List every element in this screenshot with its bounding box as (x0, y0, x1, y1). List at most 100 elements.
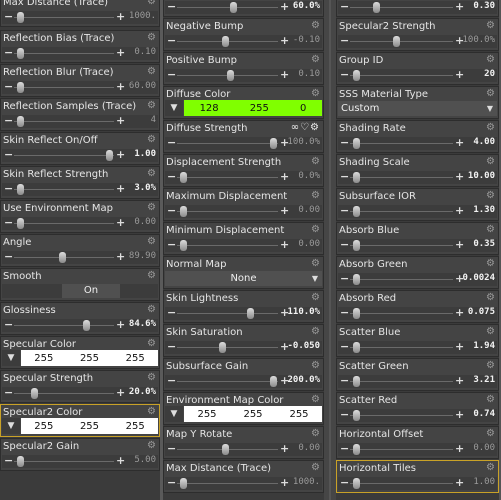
slider-knob[interactable] (246, 308, 254, 319)
slider-value[interactable]: 3.0% (134, 183, 156, 193)
value-slider[interactable]: − + -0.050 (165, 340, 322, 354)
slider-knob[interactable] (17, 48, 24, 59)
decrement-icon[interactable]: − (4, 250, 13, 263)
decrement-icon[interactable]: − (4, 216, 13, 229)
link-heart-gear-icons[interactable]: ∞♡⚙ (291, 122, 320, 133)
decrement-icon[interactable]: − (340, 476, 349, 489)
slider-knob[interactable] (353, 376, 361, 387)
chevron-down-icon[interactable]: ▼ (487, 101, 493, 116)
decrement-icon[interactable]: − (4, 454, 13, 467)
color-picker[interactable]: ▼ 255 255 255 (2, 350, 158, 366)
increment-icon[interactable]: + (455, 136, 464, 149)
slider-value[interactable]: 5.00 (134, 455, 156, 465)
slider-knob[interactable] (353, 478, 361, 489)
value-slider[interactable]: − + -0.10 (165, 34, 322, 48)
increment-icon[interactable]: + (455, 306, 464, 319)
slider-value[interactable]: 10.00 (468, 171, 495, 181)
decrement-icon[interactable]: − (4, 318, 13, 331)
gear-icon[interactable]: ⚙ (311, 54, 320, 65)
decrement-icon[interactable]: − (167, 374, 176, 387)
decrement-icon[interactable]: − (167, 68, 176, 81)
increment-icon[interactable]: + (455, 0, 464, 13)
gear-icon[interactable]: ⚙ (147, 66, 156, 77)
increment-icon[interactable]: + (455, 442, 464, 455)
slider-knob[interactable] (59, 252, 66, 263)
value-slider[interactable]: − +0.00 (165, 204, 322, 218)
gear-icon[interactable]: ⚙ (486, 122, 495, 133)
value-slider[interactable]: − +60.0% (165, 0, 322, 14)
gear-icon[interactable]: ⚙ (486, 360, 495, 371)
increment-icon[interactable]: + (116, 80, 125, 93)
dropdown-arrow-icon[interactable]: ▼ (165, 100, 183, 116)
gear-icon[interactable]: ⚙ (311, 88, 320, 99)
slider-value[interactable]: 60.0% (293, 1, 320, 11)
gear-icon[interactable]: ⚙ (311, 428, 320, 439)
slider-knob[interactable] (17, 218, 24, 229)
value-slider[interactable]: − +1000. (165, 476, 322, 490)
slider-knob[interactable] (222, 36, 230, 47)
gear-icon[interactable]: ⚙ (486, 258, 495, 269)
color-swatch[interactable]: 255 255 255 (184, 406, 322, 422)
slider-value[interactable]: 0.35 (473, 239, 495, 249)
slider-knob[interactable] (106, 150, 113, 161)
slider-value[interactable]: 0.00 (298, 443, 320, 453)
increment-icon[interactable]: + (280, 204, 289, 217)
gear-icon[interactable]: ⚙ (147, 270, 156, 281)
value-slider[interactable]: − +0.0024 (338, 272, 497, 286)
slider-knob[interactable] (353, 172, 361, 183)
increment-icon[interactable]: + (280, 68, 289, 81)
slider-knob[interactable] (353, 342, 361, 353)
gear-icon[interactable]: ⚙ (486, 394, 495, 405)
gear-icon[interactable]: ⚙ (147, 32, 156, 43)
decrement-icon[interactable]: − (4, 10, 13, 23)
decrement-icon[interactable]: − (167, 340, 176, 353)
value-slider[interactable]: − +20.0% (2, 386, 158, 400)
chevron-down-icon[interactable]: ▼ (312, 271, 318, 286)
gear-icon[interactable]: ⚙ (147, 338, 156, 349)
increment-icon[interactable]: + (116, 250, 125, 263)
color-swatch[interactable]: 255 255 255 (21, 418, 158, 434)
slider-value[interactable]: 0.10 (134, 47, 156, 57)
value-slider[interactable]: − +1.00 (2, 148, 158, 162)
decrement-icon[interactable]: − (340, 204, 349, 217)
value-slider[interactable]: − +0.00 (165, 442, 322, 456)
slider-knob[interactable] (222, 444, 230, 455)
slider-value[interactable]: 100.0% (287, 137, 320, 147)
value-slider[interactable]: − +100.0% (338, 34, 497, 48)
value-slider[interactable]: − +5.00 (2, 454, 158, 468)
value-slider[interactable]: − +0.00 (338, 442, 497, 456)
slider-value[interactable]: 0.74 (473, 409, 495, 419)
increment-icon[interactable]: + (116, 386, 125, 399)
slider-knob[interactable] (180, 172, 188, 183)
increment-icon[interactable]: + (116, 454, 125, 467)
gear-icon[interactable]: ⚙ (486, 462, 495, 473)
value-slider[interactable]: − +0.35 (338, 238, 497, 252)
decrement-icon[interactable]: − (340, 34, 349, 47)
slider-value[interactable]: 1.00 (473, 477, 495, 487)
gear-icon[interactable]: ⚙ (147, 100, 156, 111)
gear-icon[interactable]: ⚙ (486, 428, 495, 439)
decrement-icon[interactable]: − (4, 46, 13, 59)
increment-icon[interactable]: + (116, 182, 125, 195)
increment-icon[interactable]: + (455, 408, 464, 421)
decrement-icon[interactable]: − (340, 408, 349, 421)
gear-icon[interactable]: ⚙ (311, 20, 320, 31)
decrement-icon[interactable]: − (340, 374, 349, 387)
increment-icon[interactable]: + (455, 374, 464, 387)
slider-knob[interactable] (83, 320, 90, 331)
decrement-icon[interactable]: − (4, 114, 13, 127)
slider-knob[interactable] (229, 2, 237, 13)
decrement-icon[interactable]: − (4, 148, 13, 161)
value-slider[interactable]: − +1.94 (338, 340, 497, 354)
slider-knob[interactable] (353, 410, 361, 421)
decrement-icon[interactable]: − (167, 476, 176, 489)
slider-knob[interactable] (353, 138, 361, 149)
dropdown-arrow-icon[interactable]: ▼ (165, 406, 183, 422)
value-slider[interactable]: − +3.21 (338, 374, 497, 388)
increment-icon[interactable]: + (280, 238, 289, 251)
increment-icon[interactable]: + (455, 476, 464, 489)
increment-icon[interactable]: + (455, 204, 464, 217)
slider-value[interactable]: 20 (484, 69, 495, 79)
decrement-icon[interactable]: − (167, 0, 176, 13)
increment-icon[interactable]: + (280, 34, 289, 47)
